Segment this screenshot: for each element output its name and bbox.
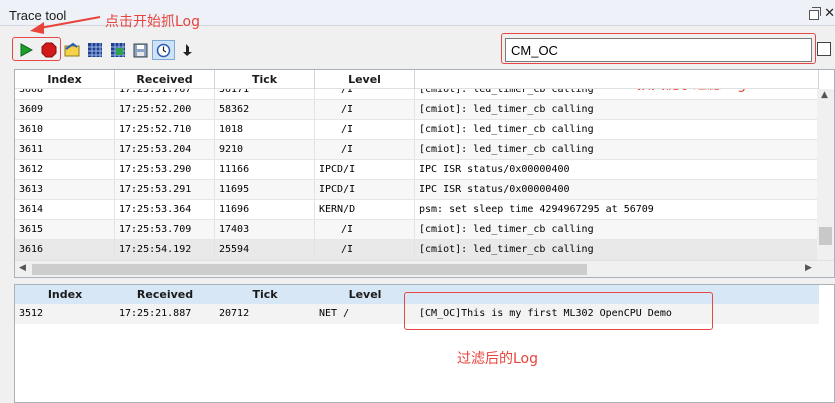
- column-header-index[interactable]: Index: [15, 70, 115, 89]
- annotation-layer: [30, 16, 101, 34]
- column-header-received[interactable]: Received: [115, 70, 215, 89]
- column-header-tick[interactable]: Tick: [215, 70, 315, 89]
- table-header: Index Received Tick Level: [15, 70, 819, 89]
- annotation-start-log: 点击开始抓Log: [105, 14, 201, 30]
- column-header-level[interactable]: Level: [315, 70, 415, 89]
- filtered-result-highlight: [404, 292, 713, 330]
- annotation-filtered-log: 过滤后的Log: [457, 351, 539, 367]
- column-header-message[interactable]: [415, 70, 819, 89]
